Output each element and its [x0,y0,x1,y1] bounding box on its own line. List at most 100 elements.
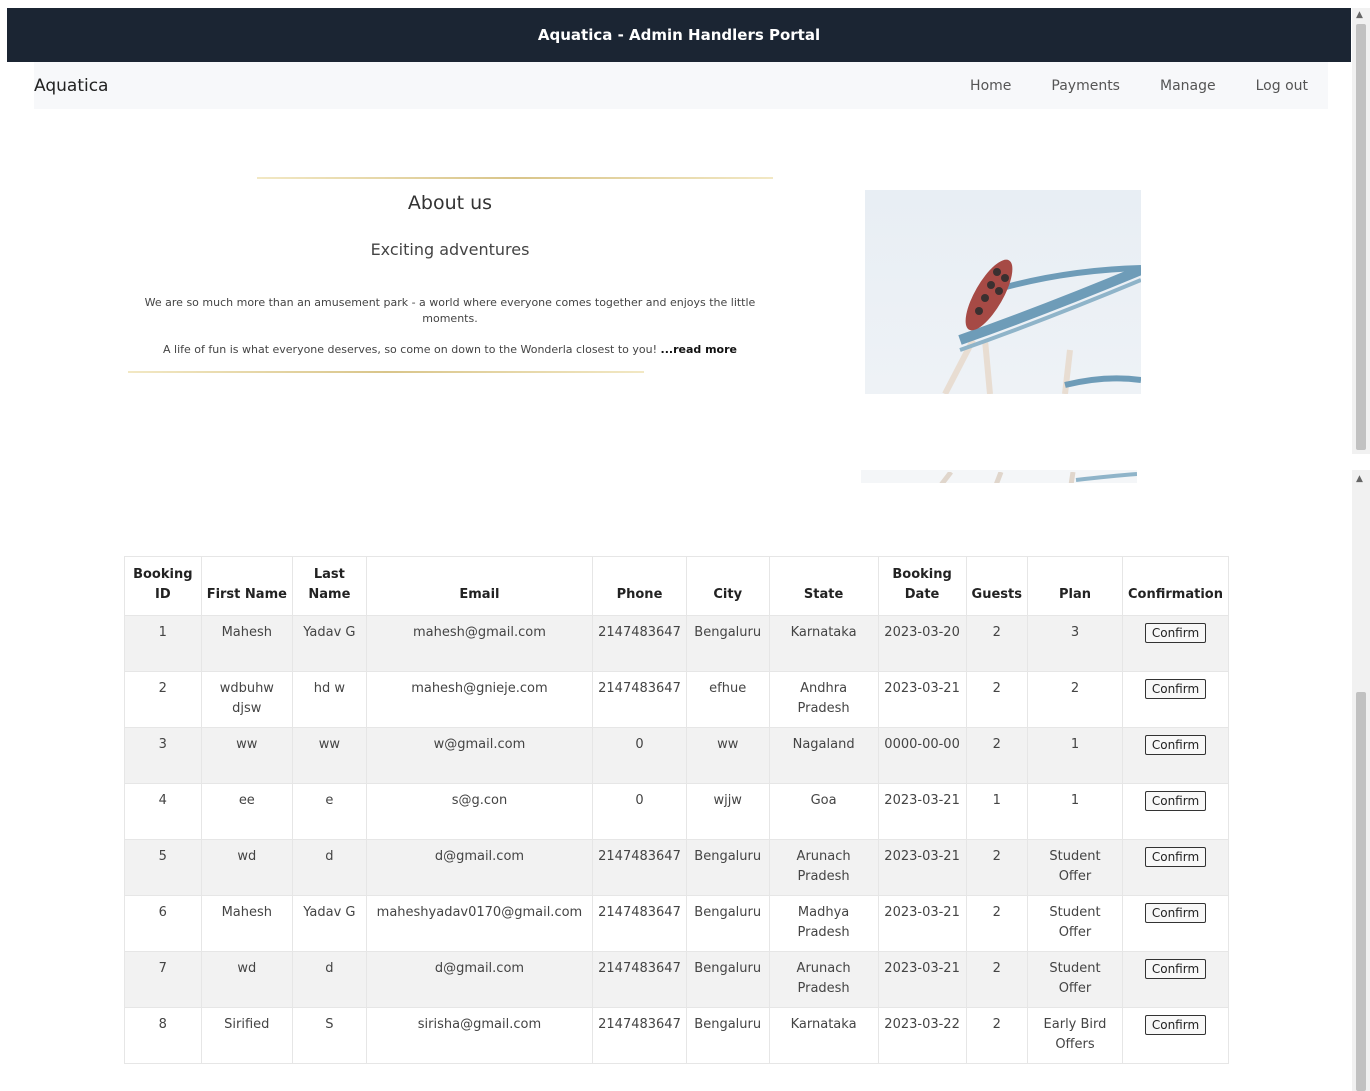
cell-booking-id: 6 [124,895,202,952]
cell-first-name: Sirified [200,1007,294,1064]
about-subtitle: Exciting adventures [370,240,530,259]
nav-manage[interactable]: Manage [1160,78,1216,94]
cell-last-name: Yadav G [292,615,367,672]
cell-city: Bengaluru [685,951,770,1008]
navbar: Aquatica Home Payments Manage Log out [34,62,1328,109]
cell-city: ww [685,727,770,784]
table-row: 4 ee e s@g.con 0 wjjw Goa 2023-03-21 1 1… [124,783,1230,840]
cell-state: Karnataka [768,615,879,672]
cell-confirmation: Confirm [1121,839,1230,896]
scroll-up-arrow-icon[interactable]: ▲ [1356,10,1363,20]
cell-booking-date: 2023-03-21 [877,671,967,728]
cell-last-name: d [292,839,367,896]
cell-booking-date: 2023-03-21 [877,951,967,1008]
col-booking-date: Booking Date [877,556,967,616]
scrollbar-top-frame[interactable]: ▲ [1352,8,1370,454]
cell-phone: 2147483647 [592,895,687,952]
cell-plan: 1 [1026,783,1123,840]
read-more-link[interactable]: ...read more [661,343,737,356]
scrollbar-thumb-top[interactable] [1356,24,1366,450]
col-first-name: First Name [200,556,294,616]
cell-confirmation: Confirm [1121,671,1230,728]
cell-phone: 0 [592,783,687,840]
cell-plan: Early Bird Offers [1026,1007,1123,1064]
cell-confirmation: Confirm [1121,783,1230,840]
cell-phone: 2147483647 [592,1007,687,1064]
cell-email: maheshyadav0170@gmail.com [365,895,594,952]
cell-city: wjjw [685,783,770,840]
cell-last-name: d [292,951,367,1008]
cell-first-name: ee [200,783,294,840]
cell-city: Bengaluru [685,895,770,952]
cell-confirmation: Confirm [1121,615,1230,672]
confirm-button[interactable]: Confirm [1144,1015,1207,1035]
cell-booking-id: 1 [124,615,202,672]
cell-guests: 2 [965,1007,1028,1064]
cell-phone: 0 [592,727,687,784]
bookings-table: Booking ID First Name Last Name Email Ph… [124,556,1230,1064]
cell-plan: 3 [1026,615,1123,672]
cell-city: Bengaluru [685,1007,770,1064]
nav-links: Home Payments Manage Log out [930,78,1308,94]
portal-header: Aquatica - Admin Handlers Portal [7,8,1351,62]
cell-booking-id: 4 [124,783,202,840]
cell-guests: 2 [965,895,1028,952]
nav-home[interactable]: Home [970,78,1011,94]
cell-email: sirisha@gmail.com [365,1007,594,1064]
confirm-button[interactable]: Confirm [1144,623,1207,643]
scrollbar-bottom-frame[interactable]: ▲ [1352,470,1370,1091]
col-phone: Phone [592,556,687,616]
scrollbar-thumb-bottom[interactable] [1356,692,1366,1091]
table-row: 1 Mahesh Yadav G mahesh@gmail.com 214748… [124,615,1230,672]
cell-confirmation: Confirm [1121,1007,1230,1064]
col-confirmation: Confirmation [1121,556,1230,616]
cell-booking-id: 3 [124,727,202,784]
cell-email: d@gmail.com [365,951,594,1008]
about-paragraph-1: We are so much more than an amusement pa… [144,296,756,325]
cell-state: Andhra Pradesh [768,671,879,728]
cell-state: Karnataka [768,1007,879,1064]
about-paragraph-2-text: A life of fun is what everyone deserves,… [163,343,658,356]
cell-plan: Student Offer [1026,895,1123,952]
gold-divider-top [257,177,773,179]
confirm-button[interactable]: Confirm [1144,847,1207,867]
cell-last-name: e [292,783,367,840]
cell-guests: 2 [965,615,1028,672]
confirm-button[interactable]: Confirm [1144,679,1207,699]
nav-payments[interactable]: Payments [1051,78,1120,94]
confirm-button[interactable]: Confirm [1144,903,1207,923]
brand-link[interactable]: Aquatica [34,76,108,96]
confirm-button[interactable]: Confirm [1144,735,1207,755]
cell-city: efhue [685,671,770,728]
col-plan: Plan [1026,556,1123,616]
table-row: 3 ww ww w@gmail.com 0 ww Nagaland 0000-0… [124,727,1230,784]
cell-booking-id: 8 [124,1007,202,1064]
table-row: 7 wd d d@gmail.com 2147483647 Bengaluru … [124,951,1230,1008]
roller-coaster-fragment-illustration [939,470,1137,483]
cell-first-name: ww [200,727,294,784]
cell-plan: Student Offer [1026,839,1123,896]
about-title: About us [407,192,493,214]
confirm-button[interactable]: Confirm [1144,959,1207,979]
nav-logout[interactable]: Log out [1256,78,1308,94]
cell-first-name: wdbuhw djsw [200,671,294,728]
cell-phone: 2147483647 [592,839,687,896]
cell-first-name: Mahesh [200,615,294,672]
col-booking-id: Booking ID [124,556,202,616]
table-row: 8 Sirified S sirisha@gmail.com 214748364… [124,1007,1230,1064]
table-header-row: Booking ID First Name Last Name Email Ph… [124,556,1230,616]
portal-title: Aquatica - Admin Handlers Portal [537,26,821,44]
cell-email: s@g.con [365,783,594,840]
cell-last-name: hd w [292,671,367,728]
cell-phone: 2147483647 [592,951,687,1008]
confirm-button[interactable]: Confirm [1144,791,1207,811]
cell-booking-id: 7 [124,951,202,1008]
cell-booking-date: 2023-03-21 [877,839,967,896]
cell-booking-date: 2023-03-21 [877,783,967,840]
cell-email: mahesh@gmail.com [365,615,594,672]
scroll-up-arrow-icon[interactable]: ▲ [1356,474,1363,484]
table-row: 6 Mahesh Yadav G maheshyadav0170@gmail.c… [124,895,1230,952]
cell-first-name: wd [200,951,294,1008]
cell-guests: 1 [965,783,1028,840]
table-row: 2 wdbuhw djsw hd w mahesh@gnieje.com 214… [124,671,1230,728]
